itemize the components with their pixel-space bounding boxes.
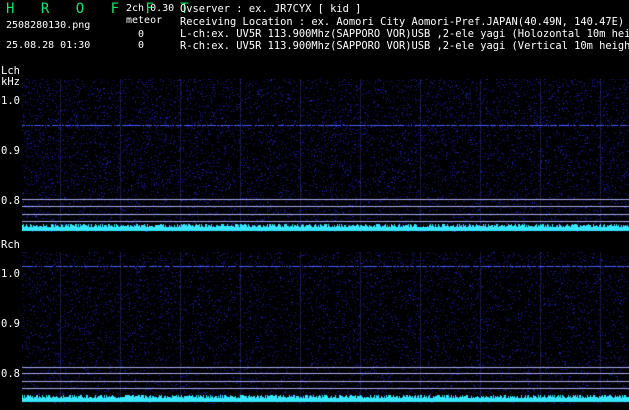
rch-axis-1-0: 1.0	[1, 268, 20, 280]
lch-unit: kHz	[1, 76, 20, 88]
lch-line: L-ch:ex. UV5R 113.900Mhz(SAPPORO VOR)USB…	[180, 28, 629, 40]
rch-spectrogram	[22, 252, 629, 404]
rch-axis-0-8: 0.8	[1, 368, 20, 380]
location-line: Receiving Location : ex. Aomori City Aom…	[180, 16, 625, 28]
detector-label: meteor	[126, 15, 163, 26]
lch-label: Lch	[1, 65, 20, 77]
datetime-label: 25.08.28 01:30	[6, 40, 91, 51]
lch-axis-0-9: 0.9	[1, 145, 20, 157]
count-bottom: 0	[138, 40, 145, 51]
count-top: 0	[138, 29, 145, 40]
lch-axis-0-8: 0.8	[1, 195, 20, 207]
rch-axis-0-9: 0.9	[1, 318, 20, 330]
mode-label: 2ch 0.30	[126, 3, 175, 14]
rch-label: Rch	[1, 239, 20, 251]
rch-line: R-ch:ex. UV5R 113.900Mhz(SAPPORO VOR)USB…	[180, 40, 629, 52]
lch-axis-1-0: 1.0	[1, 95, 20, 107]
lch-spectrogram	[22, 79, 629, 232]
filename-label: 2508280130.png	[6, 20, 91, 31]
observer-line: Ovserver : ex. JR7CYX [ kid ]	[180, 3, 362, 15]
